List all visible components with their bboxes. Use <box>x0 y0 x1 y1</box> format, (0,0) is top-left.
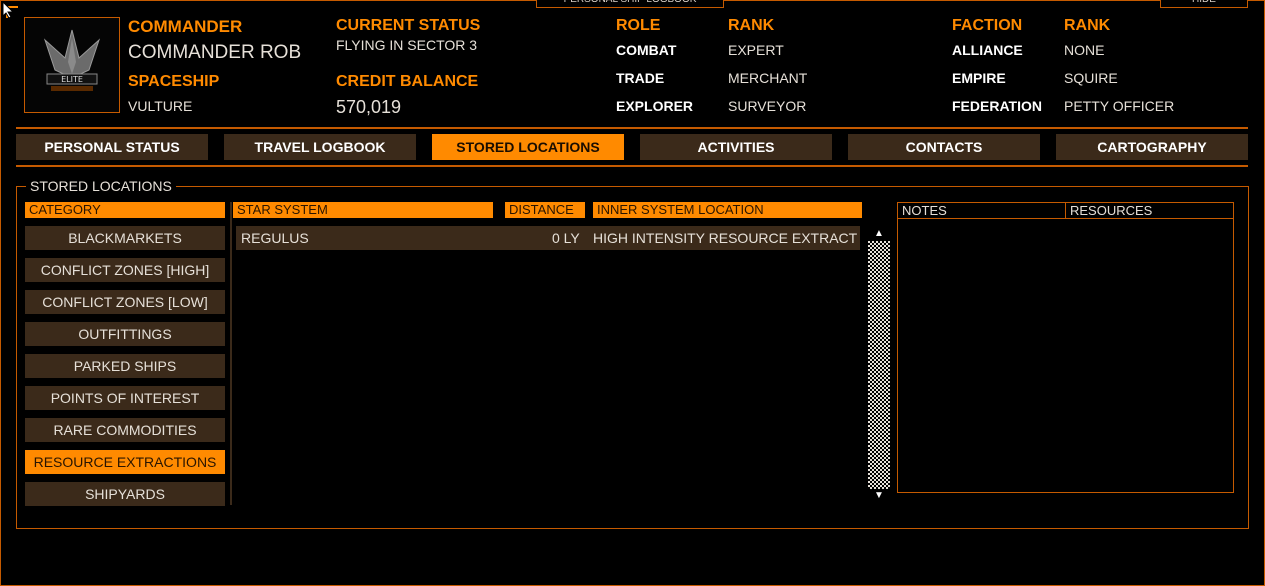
tab-cartography[interactable]: CARTOGRAPHY <box>1056 134 1248 160</box>
elite-emblem-icon: ELITE <box>43 29 101 91</box>
category-parked-ships[interactable]: PARKED SHIPS <box>25 354 225 378</box>
commander-name: COMMANDER ROB <box>128 42 302 63</box>
tab-activities[interactable]: ACTIVITIES <box>640 134 832 160</box>
faction-federation-rank: PETTY OFFICER <box>1064 98 1175 114</box>
panel-title: STORED LOCATIONS <box>26 178 176 194</box>
role-rank-header: RANK <box>728 17 775 34</box>
row-star-system: REGULUS <box>241 230 309 246</box>
status-value: FLYING IN SECTOR 3 <box>336 37 478 53</box>
category-conflict-high[interactable]: CONFLICT ZONES [HIGH] <box>25 258 225 282</box>
role-trade: TRADE <box>616 70 665 86</box>
window-title: PERSONAL SHIP LOGBOOK <box>536 0 724 8</box>
category-conflict-low[interactable]: CONFLICT ZONES [LOW] <box>25 290 225 314</box>
category-resource-extractions[interactable]: RESOURCE EXTRACTIONS <box>25 450 225 474</box>
distance-header[interactable]: DISTANCE <box>505 202 585 218</box>
tab-travel-logbook[interactable]: TRAVEL LOGBOOK <box>224 134 416 160</box>
role-header: ROLE <box>616 17 661 34</box>
credit-value: 570,019 <box>336 97 402 117</box>
row-inner-location: HIGH INTENSITY RESOURCE EXTRACTIC <box>593 230 858 246</box>
category-rare-commodities[interactable]: RARE COMMODITIES <box>25 418 225 442</box>
faction-empire: EMPIRE <box>952 70 1006 86</box>
faction-header: FACTION <box>952 17 1023 34</box>
row-distance: 0 LY <box>552 230 580 246</box>
category-blackmarkets[interactable]: BLACKMARKETS <box>25 226 225 250</box>
credit-label: CREDIT BALANCE <box>336 73 479 90</box>
elite-logo: ELITE <box>24 17 120 113</box>
tabs-bottom-divider <box>16 165 1248 167</box>
tab-contacts[interactable]: CONTACTS <box>848 134 1040 160</box>
star-system-header[interactable]: STAR SYSTEM <box>233 202 493 218</box>
faction-federation: FEDERATION <box>952 98 1042 114</box>
faction-empire-rank: SQUIRE <box>1064 70 1118 86</box>
role-combat: COMBAT <box>616 42 677 58</box>
commander-label: COMMANDER <box>128 17 243 36</box>
faction-rank-header: RANK <box>1064 17 1111 34</box>
status-label: CURRENT STATUS <box>336 17 481 34</box>
spaceship-label: SPACESHIP <box>128 73 220 90</box>
category-header: CATEGORY <box>25 202 225 218</box>
notes-panel: NOTES RESOURCES <box>897 202 1234 493</box>
role-combat-rank: EXPERT <box>728 42 784 58</box>
role-explorer-rank: SURVEYOR <box>728 98 807 114</box>
table-row[interactable]: REGULUS 0 LY HIGH INTENSITY RESOURCE EXT… <box>236 226 860 250</box>
role-trade-rank: MERCHANT <box>728 70 808 86</box>
category-outfittings[interactable]: OUTFITTINGS <box>25 322 225 346</box>
notes-header: NOTES <box>898 203 1066 219</box>
scroll-track[interactable] <box>868 241 890 489</box>
faction-alliance: ALLIANCE <box>952 42 1023 58</box>
scroll-up-icon[interactable]: ▲ <box>868 227 890 241</box>
category-points-of-interest[interactable]: POINTS OF INTEREST <box>25 386 225 410</box>
column-separator <box>230 202 232 505</box>
faction-alliance-rank: NONE <box>1064 42 1105 58</box>
mouse-cursor-icon <box>2 1 15 19</box>
hide-button[interactable]: HIDE <box>1160 0 1248 8</box>
inner-location-header[interactable]: INNER SYSTEM LOCATION <box>593 202 862 218</box>
spaceship-value: VULTURE <box>128 98 193 114</box>
tab-personal-status[interactable]: PERSONAL STATUS <box>16 134 208 160</box>
resources-header: RESOURCES <box>1066 203 1233 219</box>
role-explorer: EXPLORER <box>616 98 694 114</box>
scroll-down-icon[interactable]: ▼ <box>868 489 890 503</box>
tabs-top-divider <box>16 127 1248 129</box>
svg-text:ELITE: ELITE <box>61 75 83 84</box>
scrollbar[interactable]: ▲ ▼ <box>868 227 890 503</box>
category-shipyards[interactable]: SHIPYARDS <box>25 482 225 506</box>
tab-stored-locations[interactable]: STORED LOCATIONS <box>432 134 624 160</box>
